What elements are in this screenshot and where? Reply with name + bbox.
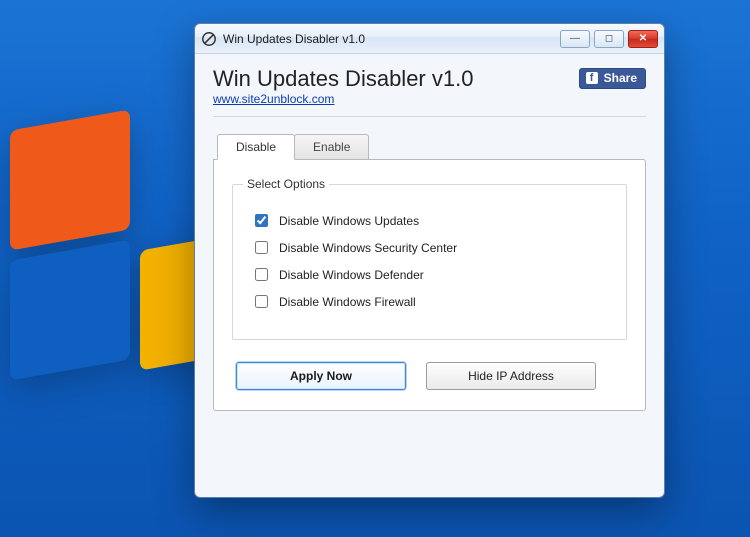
maximize-icon: ◻ bbox=[605, 33, 613, 44]
app-title: Win Updates Disabler v1.0 bbox=[213, 66, 473, 92]
desktop-background: Win Updates Disabler v1.0 — ◻ ✕ Win Upda… bbox=[0, 0, 750, 537]
option-disable-updates[interactable]: Disable Windows Updates bbox=[251, 211, 608, 230]
minimize-icon: — bbox=[570, 33, 580, 44]
option-label: Disable Windows Updates bbox=[279, 214, 419, 228]
window-title: Win Updates Disabler v1.0 bbox=[223, 32, 365, 46]
option-label: Disable Windows Defender bbox=[279, 268, 424, 282]
tabstrip: Disable Enable bbox=[217, 133, 646, 159]
share-label: Share bbox=[604, 71, 637, 85]
app-window: Win Updates Disabler v1.0 — ◻ ✕ Win Upda… bbox=[194, 23, 665, 498]
site-link[interactable]: www.site2unblock.com bbox=[213, 92, 334, 106]
app-prohibit-icon bbox=[201, 31, 217, 47]
maximize-button[interactable]: ◻ bbox=[594, 30, 624, 48]
tab-enable[interactable]: Enable bbox=[294, 134, 369, 160]
hide-ip-button[interactable]: Hide IP Address bbox=[426, 362, 596, 390]
checkbox-disable-defender[interactable] bbox=[255, 268, 268, 281]
checkbox-disable-updates[interactable] bbox=[255, 214, 268, 227]
minimize-button[interactable]: — bbox=[560, 30, 590, 48]
option-label: Disable Windows Firewall bbox=[279, 295, 416, 309]
close-icon: ✕ bbox=[639, 33, 647, 44]
tab-disable[interactable]: Disable bbox=[217, 134, 295, 160]
groupbox-legend: Select Options bbox=[243, 177, 329, 191]
titlebar[interactable]: Win Updates Disabler v1.0 — ◻ ✕ bbox=[195, 24, 664, 54]
option-label: Disable Windows Security Center bbox=[279, 241, 457, 255]
checkbox-disable-security-center[interactable] bbox=[255, 241, 268, 254]
option-disable-security-center[interactable]: Disable Windows Security Center bbox=[251, 238, 608, 257]
apply-now-button[interactable]: Apply Now bbox=[236, 362, 406, 390]
header-separator bbox=[213, 116, 646, 117]
close-button[interactable]: ✕ bbox=[628, 30, 658, 48]
checkbox-disable-firewall[interactable] bbox=[255, 295, 268, 308]
option-disable-firewall[interactable]: Disable Windows Firewall bbox=[251, 292, 608, 311]
facebook-icon: f bbox=[586, 72, 598, 84]
share-button[interactable]: f Share bbox=[579, 68, 646, 89]
tab-page-disable: Select Options Disable Windows Updates D… bbox=[213, 159, 646, 411]
options-groupbox: Select Options Disable Windows Updates D… bbox=[232, 184, 627, 340]
option-disable-defender[interactable]: Disable Windows Defender bbox=[251, 265, 608, 284]
